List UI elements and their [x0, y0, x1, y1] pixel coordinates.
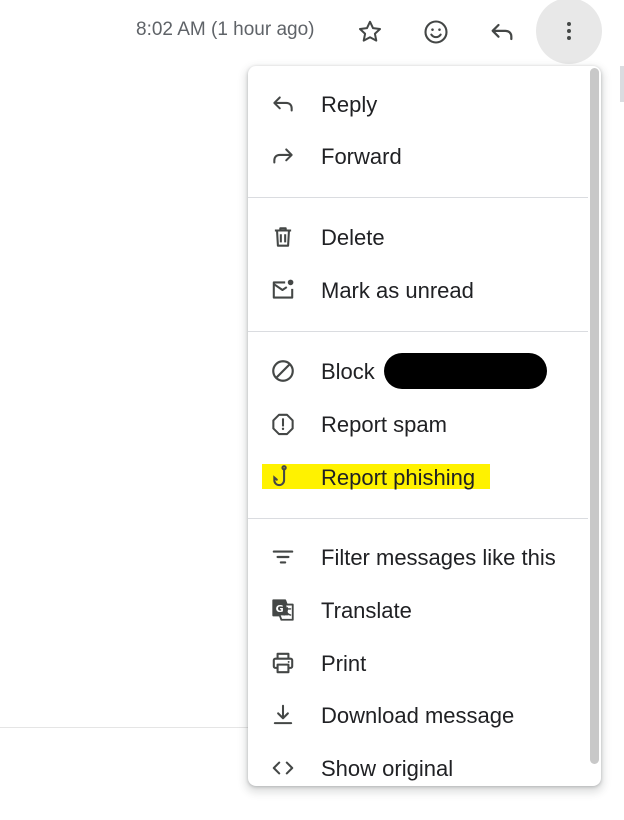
star-icon	[358, 20, 382, 42]
redacted-sender-name	[384, 353, 547, 389]
menu-separator	[248, 197, 588, 198]
reply-icon	[491, 23, 513, 41]
filter-icon	[270, 544, 296, 570]
menu-item-report-spam[interactable]: Report spam	[248, 398, 588, 450]
reply-button[interactable]	[476, 6, 528, 58]
menu-item-reply[interactable]: Reply	[248, 78, 588, 130]
trash-icon	[270, 224, 296, 250]
block-icon	[270, 358, 296, 384]
menu-item-label: Block	[321, 359, 375, 384]
email-view: 8:02 AM (1 hour ago) Reply Forward Delet…	[0, 0, 624, 820]
add-reaction-button[interactable]	[410, 6, 462, 58]
menu-item-mark-unread[interactable]: Mark as unread	[248, 264, 588, 316]
download-icon	[270, 702, 296, 728]
menu-item-print[interactable]: Print	[248, 637, 588, 689]
page-scrollbar[interactable]	[620, 66, 624, 102]
more-options-button[interactable]	[536, 0, 602, 64]
menu-item-label: Filter messages like this	[321, 545, 556, 570]
message-header-actions: 8:02 AM (1 hour ago)	[0, 0, 624, 64]
menu-scrollbar[interactable]	[590, 68, 599, 764]
menu-item-label: Report phishing	[321, 465, 476, 490]
menu-item-label: Download message	[321, 703, 515, 728]
more-options-menu: Reply Forward Delete Mark as unread Bloc…	[248, 66, 601, 786]
menu-separator	[248, 518, 588, 519]
menu-item-label: Show original	[321, 756, 454, 781]
menu-item-label: Translate	[321, 598, 412, 623]
star-button[interactable]	[344, 6, 396, 58]
print-icon	[270, 650, 296, 676]
menu-separator	[248, 331, 588, 332]
menu-item-filter[interactable]: Filter messages like this	[248, 531, 588, 583]
menu-item-download[interactable]: Download message	[248, 689, 588, 741]
forward-icon	[270, 143, 296, 169]
menu-item-delete[interactable]: Delete	[248, 211, 588, 263]
more-vert-icon	[567, 22, 571, 40]
svg-text:G: G	[276, 604, 284, 615]
phishing-hook-icon	[270, 464, 296, 490]
message-timestamp: 8:02 AM (1 hour ago)	[136, 19, 315, 40]
menu-item-label: Mark as unread	[321, 278, 474, 303]
menu-item-label: Delete	[321, 225, 385, 250]
translate-icon: G	[270, 597, 296, 623]
menu-item-label: Reply	[321, 92, 378, 117]
report-spam-icon	[270, 411, 296, 437]
menu-item-label: Print	[321, 651, 367, 676]
menu-item-block[interactable]: Block	[248, 345, 588, 397]
emoji-icon	[424, 20, 448, 44]
menu-item-label: Forward	[321, 144, 402, 169]
content-divider	[0, 727, 250, 728]
reply-icon	[270, 91, 296, 117]
menu-item-label: Report spam	[321, 412, 447, 437]
menu-item-translate[interactable]: G Translate	[248, 584, 588, 636]
code-icon	[270, 755, 296, 781]
menu-item-report-phishing[interactable]: Report phishing	[248, 451, 588, 503]
menu-item-show-original[interactable]: Show original	[248, 742, 588, 786]
menu-item-forward[interactable]: Forward	[248, 130, 588, 182]
mark-unread-icon	[270, 277, 296, 303]
